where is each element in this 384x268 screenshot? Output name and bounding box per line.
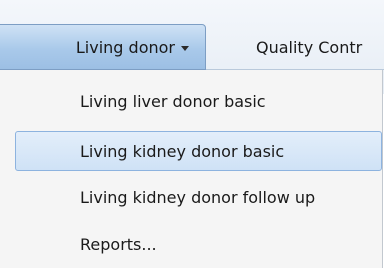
caret-down-icon (181, 45, 189, 51)
menu-item-label: Reports... (80, 235, 157, 254)
nav-tab-quality-control[interactable]: Quality Contr (256, 24, 362, 70)
menu-item-reports[interactable]: Reports... (0, 225, 382, 265)
nav-tab-living-donor[interactable]: Living donor (0, 24, 206, 70)
menu-item-label: Living liver donor basic (80, 92, 266, 111)
menu-item-living-liver-donor-basic[interactable]: Living liver donor basic (0, 82, 382, 122)
menu-item-label: Living kidney donor follow up (80, 188, 316, 207)
nav-tab-label: Living donor (75, 37, 175, 57)
menu-item-living-kidney-donor-follow-up[interactable]: Living kidney donor follow up (0, 178, 382, 218)
menu-item-living-kidney-donor-basic[interactable]: Living kidney donor basic (15, 131, 382, 171)
nav-tab-label: Quality Contr (256, 37, 363, 57)
menu-item-label: Living kidney donor basic (80, 142, 285, 161)
living-donor-dropdown-menu: Living liver donor basic Living kidney d… (0, 70, 383, 268)
